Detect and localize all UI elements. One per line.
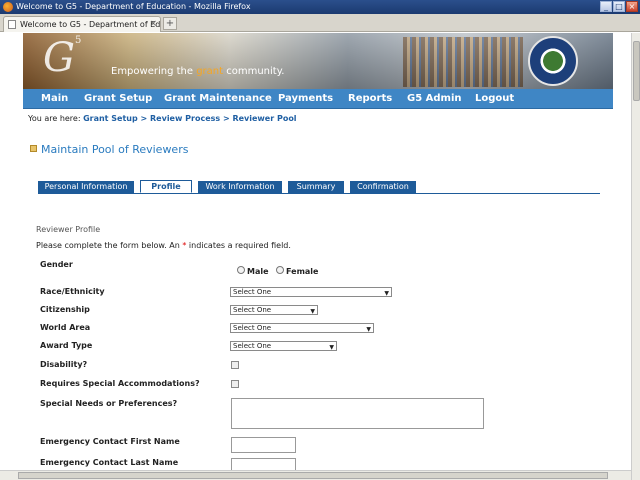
award-type-label: Award Type — [40, 341, 93, 350]
gender-female-radio[interactable] — [276, 266, 284, 274]
department-seal-icon — [528, 36, 578, 86]
race-label: Race/Ethnicity — [40, 287, 105, 296]
nav-reports[interactable]: Reports — [348, 93, 392, 104]
accommodations-label: Requires Special Accommodations? — [40, 379, 200, 388]
award-type-select[interactable]: Select One ▼ — [230, 341, 337, 351]
gender-female-label: Female — [286, 267, 319, 276]
close-tab-icon[interactable]: × — [149, 19, 157, 29]
emergency-last-label: Emergency Contact Last Name — [40, 458, 179, 467]
chevron-down-icon: ▼ — [310, 308, 315, 315]
citizenship-select[interactable]: Select One ▼ — [230, 305, 318, 315]
tab-summary[interactable]: Summary — [288, 181, 344, 193]
scroll-thumb[interactable] — [633, 41, 640, 101]
gender-male-label: Male — [247, 267, 269, 276]
disability-label: Disability? — [40, 360, 88, 369]
main-nav: Main Grant Setup Grant Maintenance Payme… — [23, 89, 613, 109]
new-tab-button[interactable]: + — [163, 17, 177, 30]
nav-g5-admin[interactable]: G5 Admin — [407, 93, 462, 104]
chevron-down-icon: ▼ — [329, 344, 334, 351]
crumb-reviewer-pool[interactable]: Reviewer Pool — [232, 114, 296, 123]
tab-profile[interactable]: Profile — [140, 180, 192, 193]
firefox-icon — [3, 2, 13, 12]
nav-main[interactable]: Main — [41, 93, 68, 104]
close-window-button[interactable]: × — [626, 1, 638, 12]
nav-logout[interactable]: Logout — [475, 93, 514, 104]
crumb-grant-setup[interactable]: Grant Setup — [83, 114, 138, 123]
emergency-first-input[interactable] — [231, 437, 296, 453]
citizenship-label: Citizenship — [40, 305, 90, 314]
chevron-down-icon: ▼ — [366, 326, 371, 333]
instructions: Please complete the form below. An * ind… — [36, 241, 291, 250]
page-title: Maintain Pool of Reviewers — [41, 143, 189, 156]
g5-banner: G5 Empowering the grant community. — [23, 33, 613, 89]
breadcrumb: You are here: Grant Setup > Review Proce… — [28, 114, 297, 123]
special-needs-label: Special Needs or Preferences? — [40, 399, 178, 408]
tab-confirmation[interactable]: Confirmation — [350, 181, 416, 193]
nav-grant-setup[interactable]: Grant Setup — [84, 93, 152, 104]
special-needs-textarea[interactable] — [231, 398, 484, 429]
emergency-first-label: Emergency Contact First Name — [40, 437, 180, 446]
minimize-button[interactable]: _ — [600, 1, 612, 12]
page-content: G5 Empowering the grant community. Main … — [0, 33, 631, 480]
tab-work-information[interactable]: Work Information — [198, 181, 282, 193]
nav-payments[interactable]: Payments — [278, 93, 333, 104]
crumb-review-process[interactable]: Review Process — [150, 114, 220, 123]
hscroll-thumb[interactable] — [18, 472, 608, 479]
tab-underline — [38, 193, 600, 194]
world-area-label: World Area — [40, 323, 91, 332]
horizontal-scrollbar[interactable] — [0, 470, 631, 480]
page-icon — [8, 20, 16, 29]
disability-checkbox[interactable] — [231, 361, 239, 369]
window-title-bar: Welcome to G5 - Department of Education … — [0, 0, 640, 14]
chevron-down-icon: ▼ — [384, 290, 389, 297]
world-area-select[interactable]: Select One ▼ — [230, 323, 374, 333]
accommodations-checkbox[interactable] — [231, 380, 239, 388]
g5-logo: G5 — [43, 35, 82, 81]
tab-personal-information[interactable]: Personal Information — [38, 181, 134, 193]
race-select[interactable]: Select One ▼ — [230, 287, 392, 297]
browser-tab-title: Welcome to G5 - Department of Edu... — [20, 20, 161, 29]
maximize-button[interactable]: □ — [613, 1, 625, 12]
emergency-last-input[interactable] — [231, 458, 296, 470]
browser-tab[interactable]: Welcome to G5 - Department of Edu... × — [3, 16, 161, 32]
browser-tab-strip: Welcome to G5 - Department of Edu... × + — [0, 14, 640, 32]
gender-label: Gender — [40, 260, 73, 269]
nav-grant-maintenance[interactable]: Grant Maintenance — [164, 93, 272, 104]
section-title: Reviewer Profile — [36, 225, 101, 234]
vertical-scrollbar[interactable] — [631, 33, 640, 480]
window-title: Welcome to G5 - Department of Education … — [16, 2, 251, 11]
tagline: Empowering the grant community. — [111, 66, 285, 77]
title-bullet-icon — [30, 145, 37, 152]
gender-male-radio[interactable] — [237, 266, 245, 274]
